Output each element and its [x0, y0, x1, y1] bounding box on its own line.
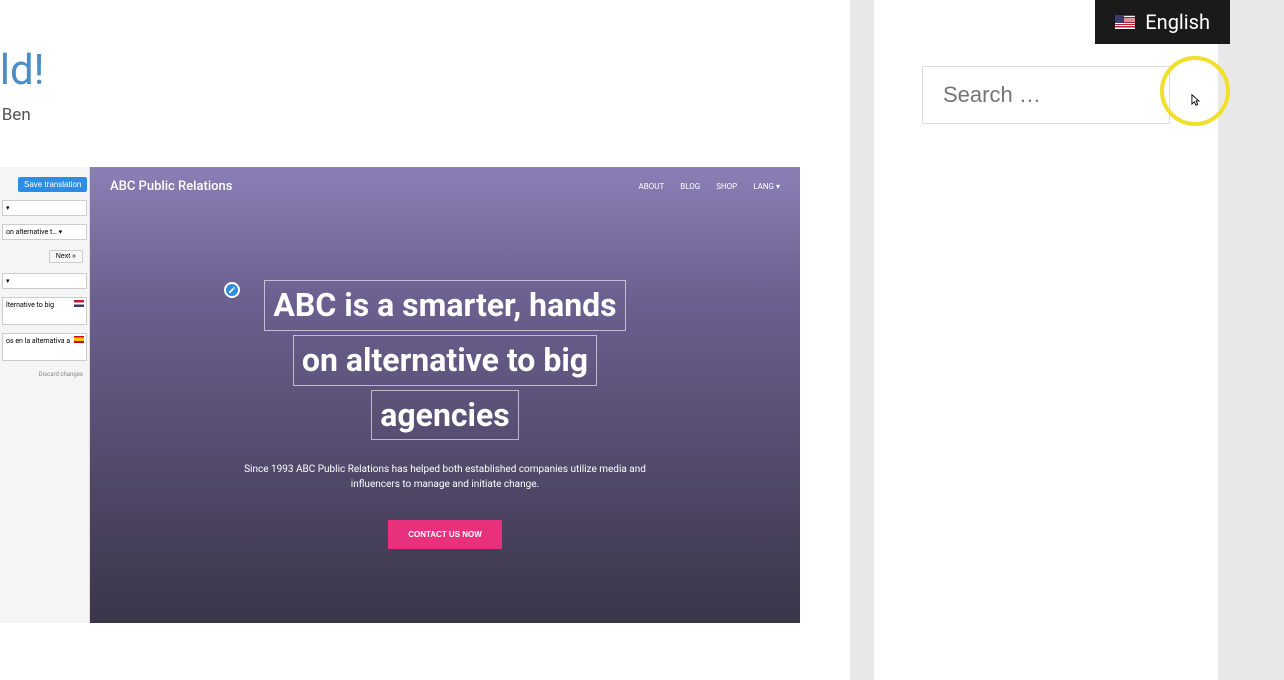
hero-section: ABC is a smarter, hands on alternative t… [90, 206, 800, 549]
nav-about[interactable]: ABOUT [639, 182, 665, 191]
translation-target-field[interactable]: os en la alternativa a [2, 333, 87, 361]
hero-line-3[interactable]: agencies [371, 390, 518, 441]
nav-lang-label: LANG [753, 182, 774, 191]
next-button[interactable]: Next » [49, 250, 83, 263]
site-brand[interactable]: ABC Public Relations [110, 179, 232, 194]
sidebar [874, 0, 1218, 680]
discard-changes-link[interactable]: Discard changes [0, 369, 89, 380]
search-input[interactable] [922, 66, 1170, 124]
hero-subtitle: Since 1993 ABC Public Relations has help… [235, 462, 655, 492]
language-switcher[interactable]: English [1095, 0, 1230, 44]
translation-source-select[interactable]: ▾ [2, 200, 87, 216]
nav-blog[interactable]: BLOG [680, 182, 700, 191]
translation-target-text: os en la alternativa a [6, 337, 70, 345]
translation-original-text: lternative to big [6, 301, 54, 309]
translation-lang-select[interactable]: ▾ [2, 273, 87, 289]
save-translation-button[interactable]: Save translation [18, 177, 87, 192]
edit-pencil-icon[interactable] [224, 282, 240, 298]
translation-original-field: lternative to big [2, 297, 87, 325]
flag-es-mini-icon [74, 336, 84, 343]
site-header: ABC Public Relations ABOUT BLOG SHOP LAN… [90, 167, 800, 206]
translation-panel: Save translation ▾ on alternative t… ▾ N… [0, 167, 90, 623]
post-content-area: world! , 2020 by Ben Save translation ▾ … [0, 0, 850, 680]
nav-shop[interactable]: SHOP [716, 182, 737, 191]
post-title[interactable]: world! [0, 46, 850, 95]
post-meta: , 2020 by Ben [0, 105, 850, 125]
site-preview: ABC Public Relations ABOUT BLOG SHOP LAN… [90, 167, 800, 623]
hero-line-1[interactable]: ABC is a smarter, hands [264, 280, 625, 331]
featured-image: Save translation ▾ on alternative t… ▾ N… [0, 167, 800, 623]
translation-field-text: on alternative t… [6, 228, 57, 236]
contact-us-button[interactable]: CONTACT US NOW [388, 520, 502, 549]
flag-us-mini-icon [74, 300, 84, 307]
flag-us-icon [1115, 15, 1135, 29]
hero-line-2[interactable]: on alternative to big [293, 335, 597, 386]
site-nav: ABOUT BLOG SHOP LANG ▾ [639, 182, 780, 191]
nav-lang[interactable]: LANG ▾ [753, 182, 780, 191]
translation-string-field[interactable]: on alternative t… ▾ [2, 224, 87, 240]
language-label: English [1145, 10, 1210, 34]
